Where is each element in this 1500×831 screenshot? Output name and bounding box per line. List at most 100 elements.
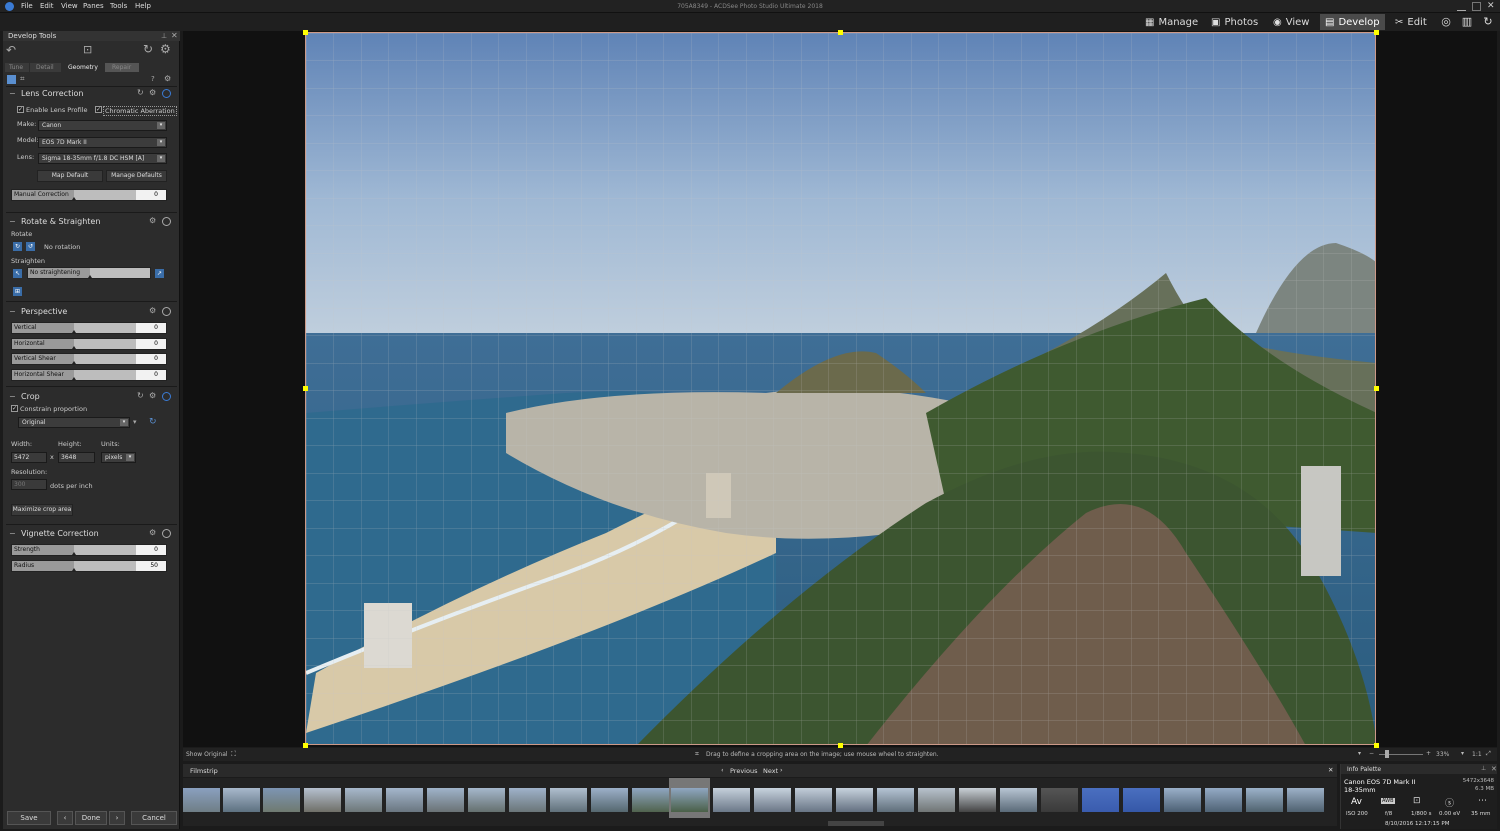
grid-view-icon[interactable] <box>7 75 16 84</box>
slider-thumb[interactable] <box>72 552 76 555</box>
fit-screen-icon[interactable]: ⤢ <box>1486 750 1491 758</box>
vignette-toggle-icon[interactable] <box>162 529 171 538</box>
settings-gear-icon[interactable]: ⚙ <box>160 42 171 56</box>
filmstrip-thumbnail[interactable] <box>304 788 341 812</box>
perspective-settings-icon[interactable]: ⚙ <box>149 306 156 315</box>
filmstrip-thumbnail[interactable] <box>836 788 873 812</box>
manual-correction-slider[interactable]: Manual Correction 0 <box>11 189 167 201</box>
filmstrip-thumbnail[interactable] <box>1041 788 1078 812</box>
filmstrip-thumbnail-selected[interactable] <box>669 778 710 818</box>
filmstrip-thumbnail[interactable] <box>550 788 587 812</box>
filmstrip-thumbnail[interactable] <box>1246 788 1283 812</box>
tab-repair[interactable]: Repair <box>105 63 139 72</box>
rotate-left-icon[interactable]: ↺ <box>26 242 35 251</box>
ratio-options-icon[interactable]: ▾ <box>133 418 137 426</box>
crop-handle-right[interactable] <box>1374 386 1379 391</box>
show-original-button[interactable]: Show Original <box>186 751 228 758</box>
cancel-button[interactable]: Cancel <box>131 811 177 825</box>
filmstrip-thumbnail[interactable] <box>386 788 423 812</box>
zoom-out-icon[interactable]: − <box>1369 750 1374 757</box>
filmstrip-thumbnail[interactable] <box>1287 788 1324 812</box>
lens-settings-icon[interactable]: ⚙ <box>149 88 156 97</box>
filmstrip-thumbnail[interactable] <box>877 788 914 812</box>
straighten-auto-icon[interactable]: ↗ <box>155 269 164 278</box>
vertical-slider[interactable]: Vertical 0 <box>11 322 167 334</box>
lens-select[interactable]: Sigma 18-35mm f/1.8 DC HSM [A] ▾ <box>38 153 167 164</box>
pin-icon[interactable]: ⊥ <box>1481 765 1486 772</box>
filmstrip-thumbnail[interactable] <box>1205 788 1242 812</box>
filmstrip-thumbnail[interactable] <box>1164 788 1201 812</box>
reset-icon[interactable]: ↻ <box>143 42 153 56</box>
make-select[interactable]: Canon ▾ <box>38 120 167 131</box>
filmstrip-thumbnail[interactable] <box>263 788 300 812</box>
tab-geometry[interactable]: Geometry <box>62 63 102 72</box>
filmstrip-thumbnail[interactable] <box>183 788 220 812</box>
next-image-button[interactable]: › <box>109 811 125 825</box>
previous-chevron-icon[interactable]: ‹ <box>721 766 724 774</box>
crop-handle-top[interactable] <box>838 30 843 35</box>
width-input[interactable]: 5472 <box>11 452 47 463</box>
model-select[interactable]: EOS 7D Mark II ▾ <box>38 137 167 148</box>
slider-thumb[interactable] <box>72 197 76 200</box>
lens-toggle-icon[interactable] <box>162 89 171 98</box>
filmstrip-thumbnail[interactable] <box>345 788 382 812</box>
filmstrip-thumbnail[interactable] <box>1082 788 1119 812</box>
swap-orientation-icon[interactable]: ↻ <box>149 417 157 427</box>
maximize-icon[interactable] <box>1472 2 1481 11</box>
horizontal-shear-slider[interactable]: Horizontal Shear 0 <box>11 369 167 381</box>
filmstrip-thumbnail[interactable] <box>427 788 464 812</box>
manage-defaults-button[interactable]: Manage Defaults <box>106 170 167 182</box>
filmstrip-thumbnail[interactable] <box>918 788 955 812</box>
vertical-shear-slider[interactable]: Vertical Shear 0 <box>11 353 167 365</box>
zoom-slider-thumb[interactable] <box>1385 750 1389 758</box>
stats-icon[interactable]: ▥ <box>1460 15 1474 29</box>
resolution-input[interactable]: 300 <box>11 479 47 490</box>
crop-reset-icon[interactable]: ↻ <box>137 391 144 400</box>
horizontal-slider[interactable]: Horizontal 0 <box>11 338 167 350</box>
crop-focus-icon[interactable]: ⊡ <box>83 43 92 56</box>
done-button[interactable]: Done <box>75 811 107 825</box>
close-filmstrip-icon[interactable]: ✕ <box>1328 766 1333 774</box>
slider-thumb[interactable] <box>72 361 76 364</box>
minimize-icon[interactable] <box>1457 2 1466 11</box>
filmstrip-thumbnail[interactable] <box>468 788 505 812</box>
mode-develop[interactable]: ▤ Develop <box>1320 14 1385 30</box>
units-select[interactable]: pixels ▾ <box>101 452 136 463</box>
filmstrip-thumbnail[interactable] <box>795 788 832 812</box>
filmstrip-thumbnail[interactable] <box>959 788 996 812</box>
filmstrip-thumbnail[interactable] <box>754 788 791 812</box>
save-button[interactable]: Save <box>7 811 51 825</box>
mode-view[interactable]: ◉ View <box>1268 14 1314 30</box>
constrain-checkbox[interactable]: ✓ <box>11 405 18 412</box>
tab-detail[interactable]: Detail <box>30 63 61 72</box>
close-info-icon[interactable]: ✕ <box>1491 765 1497 773</box>
fullscreen-icon[interactable]: ⛶ <box>231 750 236 759</box>
crop-handle-left[interactable] <box>303 386 308 391</box>
zoom-in-icon[interactable]: + <box>1426 750 1431 757</box>
map-default-button[interactable]: Map Default <box>37 170 103 182</box>
previous-button[interactable]: Previous <box>730 767 757 775</box>
rotate-settings-icon[interactable]: ⚙ <box>149 216 156 225</box>
zoom-level[interactable]: 33% <box>1436 751 1449 758</box>
enable-lens-checkbox[interactable]: ✓ <box>17 106 24 113</box>
next-chevron-icon[interactable]: › <box>780 766 783 774</box>
help-icon[interactable]: ? <box>151 75 155 83</box>
actual-size-button[interactable]: 1:1 <box>1472 751 1482 758</box>
zoom-options-icon[interactable]: ▾ <box>1461 750 1464 757</box>
filmstrip-thumbnail[interactable] <box>223 788 260 812</box>
crop-toggle-icon[interactable] <box>162 392 171 401</box>
level-icon[interactable]: ⊞ <box>13 287 22 296</box>
pin-icon[interactable]: ⊥ <box>161 32 167 40</box>
close-panel-icon[interactable]: ✕ <box>171 31 178 40</box>
filmstrip-thumbnail[interactable] <box>1000 788 1037 812</box>
photo-preview[interactable] <box>305 32 1376 745</box>
mode-edit[interactable]: ✂ Edit <box>1390 14 1432 30</box>
mode-manage[interactable]: ▦ Manage <box>1140 14 1203 30</box>
dashboard-icon[interactable]: ◎ <box>1439 15 1453 29</box>
365-icon[interactable]: ↻ <box>1481 15 1495 29</box>
ratio-select[interactable]: Original ▾ <box>18 417 130 428</box>
previous-image-button[interactable]: ‹ <box>57 811 73 825</box>
chromatic-checkbox[interactable]: ✓ <box>95 106 102 113</box>
slider-thumb[interactable] <box>72 568 76 571</box>
slider-thumb[interactable] <box>72 377 76 380</box>
